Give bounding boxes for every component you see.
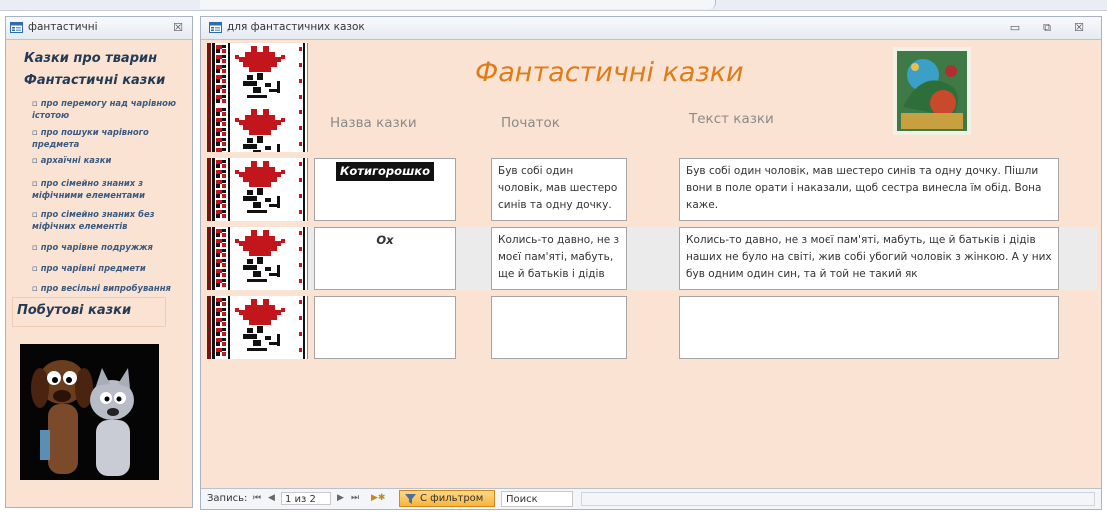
nav-sublink-label: про чарівне подружжя (40, 242, 153, 252)
minimize-icon[interactable]: ▭ (1007, 20, 1023, 35)
form-body: Фантастичні казки Назва казки Початок Те… (207, 43, 1097, 486)
record-row[interactable]: Ох Колись-то давно, не з моєї пам'яті, м… (207, 227, 1097, 290)
fantastic-tales-form-window[interactable]: для фантастичних казок ▭ ⧉ ☒ Фантастичні… (200, 16, 1102, 510)
nav-sublink-search[interactable]: ▫ про пошуки чарівного предмета (6, 126, 182, 150)
embroidery-ornament (207, 296, 308, 359)
restore-icon[interactable]: ⧉ (1039, 20, 1055, 35)
top-strip (0, 0, 1107, 11)
nav-sublink-label: про сімейно знаних з міфічними елементам… (32, 178, 145, 200)
bullet-icon: ▫ (32, 178, 38, 188)
column-header-start: Початок (501, 115, 560, 131)
nav-sublink-mythic[interactable]: ▫ про сімейно знаних з міфічними елемента… (6, 177, 187, 201)
filter-label: С фильтром (420, 493, 484, 504)
bullet-icon: ▫ (32, 209, 38, 219)
nav-sublink-magic-items[interactable]: ▫ про чарівні предмети (6, 262, 218, 274)
left-window-title: фантастичні (28, 21, 98, 33)
nav-sublink-label: про перемогу над чарівною істотою (32, 98, 176, 120)
tale-text-field[interactable]: Колись-то давно, не з моєї пам'яті, мабу… (679, 227, 1059, 290)
navigation-form-window[interactable]: фантастичні ☒ Казки про тварин Фантастич… (5, 16, 193, 508)
tale-name-value: Котигорошко (336, 162, 434, 181)
nav-sublink-nonmythic[interactable]: ▫ про сімейно знаних без міфічних елемент… (6, 208, 187, 232)
bullet-icon: ▫ (32, 283, 38, 293)
next-record-icon[interactable]: ▶ (337, 493, 344, 503)
bullet-icon: ▫ (32, 98, 38, 108)
record-navigation-bar: Запись: ⏮ ◀ 1 из 2 ▶ ⏭ ▶✱ С фильтром Пои… (201, 488, 1101, 509)
form-icon (10, 22, 23, 33)
embroidery-ornament (207, 43, 308, 152)
new-record-row[interactable] (207, 296, 1097, 359)
funnel-icon (405, 494, 416, 504)
column-header-text: Текст казки (689, 111, 774, 127)
nav-sublink-label: про пошуки чарівного предмета (32, 127, 149, 149)
nav-sublink-label: архаїчні казки (40, 155, 112, 165)
form-icon (209, 22, 222, 33)
previous-record-icon[interactable]: ◀ (268, 493, 275, 503)
record-row[interactable]: Котигорошко Був собі один чоловік, мав ш… (207, 158, 1097, 221)
bullet-icon: ▫ (32, 263, 38, 273)
last-record-icon[interactable]: ⏭ (351, 493, 359, 503)
record-number-input[interactable]: 1 из 2 (281, 492, 331, 505)
filter-toggle-button[interactable]: С фильтром (399, 490, 495, 507)
main-window-titlebar[interactable]: для фантастичних казок ▭ ⧉ ☒ (201, 17, 1101, 40)
nav-sublink-label: про весільні випробування (40, 283, 171, 293)
close-icon[interactable]: ☒ (170, 20, 186, 35)
nav-link-label: Казки про тварин (24, 51, 158, 66)
embroidery-ornament (207, 227, 308, 290)
bullet-icon: ▫ (32, 127, 38, 137)
new-record-icon[interactable]: ▶✱ (371, 493, 385, 503)
record-label: Запись: (207, 493, 248, 504)
tale-start-field[interactable]: Був собі один чоловік, мав шестеро синів… (491, 158, 627, 221)
form-title: Фантастичні казки (475, 57, 744, 88)
nav-link-label: Побутові казки (17, 303, 132, 318)
cartoon-characters-image (20, 344, 159, 480)
left-window-titlebar[interactable]: фантастичні ☒ (6, 17, 192, 40)
tale-start-field[interactable]: Колись-то давно, не з моєї пам'яті, мабу… (491, 227, 627, 290)
tale-text-field[interactable] (679, 296, 1059, 359)
nav-sublink-archaic[interactable]: ▫ архаїчні казки (6, 154, 218, 166)
column-header-name: Назва казки (330, 115, 417, 131)
tale-start-field[interactable] (491, 296, 627, 359)
tale-name-field[interactable]: Ох (314, 227, 456, 290)
nav-link-fantastic-tales[interactable]: Фантастичні казки (6, 73, 210, 88)
embroidery-ornament (207, 158, 308, 221)
tale-text-field[interactable]: Був собі один чоловік, мав шестеро синів… (679, 158, 1059, 221)
tale-name-field[interactable] (314, 296, 456, 359)
search-input[interactable]: Поиск (501, 491, 573, 507)
first-record-icon[interactable]: ⏮ (253, 493, 261, 503)
bullet-icon: ▫ (32, 155, 38, 165)
nav-sublink-label: про сімейно знаних без міфічних елементі… (32, 209, 155, 231)
horizontal-scrollbar[interactable] (581, 492, 1095, 506)
main-window-title: для фантастичних казок (227, 21, 365, 33)
bullet-icon: ▫ (32, 242, 38, 252)
nav-sublink-wedding-trials[interactable]: ▫ про весільні випробування (6, 282, 218, 294)
nav-sublink-victory[interactable]: ▫ про перемогу над чарівною істотою (6, 97, 182, 121)
nav-link-everyday-tales[interactable]: Побутові казки (12, 297, 166, 327)
nav-sublink-magic-spouse[interactable]: ▫ про чарівне подружжя (6, 241, 218, 253)
tale-name-field[interactable]: Котигорошко (314, 158, 456, 221)
book-cover-image (893, 47, 971, 135)
tab-strip-segment (200, 0, 716, 9)
nav-link-animal-tales[interactable]: Казки про тварин (6, 51, 210, 66)
nav-link-label: Фантастичні казки (24, 73, 166, 88)
nav-sublink-label: про чарівні предмети (40, 263, 146, 273)
close-icon[interactable]: ☒ (1071, 20, 1087, 35)
